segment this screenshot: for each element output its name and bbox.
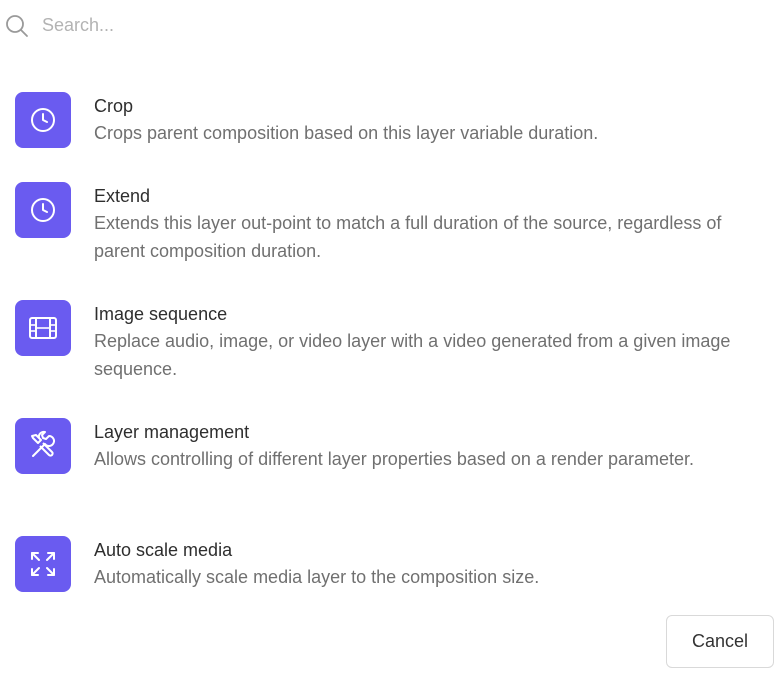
list-item-layer-management[interactable]: Layer management Allows controlling of d… bbox=[0, 418, 776, 502]
cancel-button[interactable]: Cancel bbox=[666, 615, 774, 668]
list-item-extend[interactable]: Extend Extends this layer out-point to m… bbox=[0, 182, 776, 266]
list-item-image-sequence[interactable]: Image sequence Replace audio, image, or … bbox=[0, 300, 776, 384]
item-title: Extend bbox=[94, 186, 151, 206]
clock-icon bbox=[15, 182, 71, 238]
search-icon bbox=[4, 13, 30, 39]
item-description: Crops parent composition based on this l… bbox=[94, 123, 599, 143]
clock-icon bbox=[15, 92, 71, 148]
item-title: Auto scale media bbox=[94, 540, 233, 560]
search-input[interactable] bbox=[42, 8, 542, 42]
item-title: Layer management bbox=[94, 422, 250, 442]
list-item-crop[interactable]: Crop Crops parent composition based on t… bbox=[0, 92, 776, 152]
item-description: Allows controlling of different layer pr… bbox=[94, 449, 695, 469]
item-description: Replace audio, image, or video layer wit… bbox=[94, 331, 731, 379]
search-bar bbox=[0, 0, 776, 50]
item-description: Extends this layer out-point to match a … bbox=[94, 213, 722, 261]
film-icon bbox=[15, 300, 71, 356]
item-title: Crop bbox=[94, 96, 134, 116]
item-title: Image sequence bbox=[94, 304, 228, 324]
list-item-auto-scale-media[interactable]: Auto scale media Automatically scale med… bbox=[0, 536, 776, 596]
tools-icon bbox=[15, 418, 71, 474]
scale-arrows-icon bbox=[15, 536, 71, 592]
item-description: Automatically scale media layer to the c… bbox=[94, 567, 540, 587]
